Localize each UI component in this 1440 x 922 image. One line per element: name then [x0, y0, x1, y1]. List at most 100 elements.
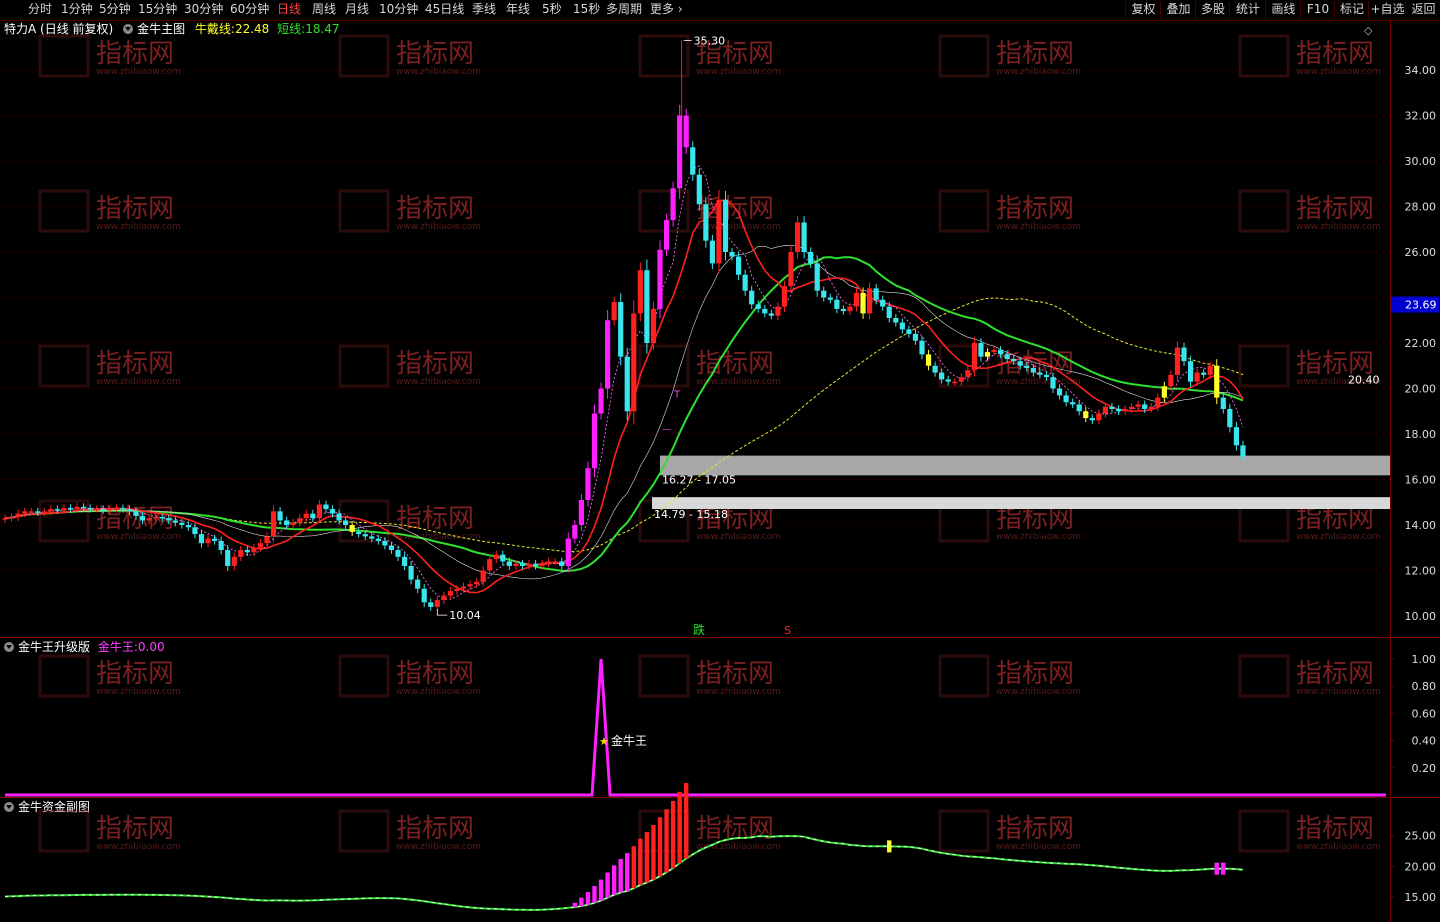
candle-body [729, 252, 735, 257]
toolbar-right-1[interactable]: 叠加 [1160, 1, 1196, 18]
candle-body [690, 147, 696, 175]
watermark-url: www.zhibiaow.com [996, 67, 1081, 77]
candle-body [1089, 418, 1095, 421]
candle-body [1233, 427, 1239, 446]
watermark-url: www.zhibiaow.com [96, 532, 181, 542]
toolbar-item-7[interactable]: 周线 [312, 1, 336, 18]
candle-body [565, 538, 571, 566]
candle-body [369, 536, 375, 539]
candle-body [801, 222, 807, 252]
candle-body [532, 563, 539, 566]
watermark-logo-icon [338, 809, 390, 853]
toolbar-right-2[interactable]: 多股 [1195, 1, 1230, 18]
watermark-text: 指标网 [996, 194, 1074, 224]
toolbar-item-6[interactable]: 日线 [277, 1, 301, 18]
watermark-url: www.zhibiaow.com [396, 532, 481, 542]
toolbar-item-4[interactable]: 30分钟 [184, 1, 223, 18]
toolbar-item-8[interactable]: 月线 [345, 1, 369, 18]
watermark-layer [38, 34, 1290, 853]
toolbar-item-0[interactable]: 分时 [28, 1, 52, 18]
candle-body [762, 308, 768, 314]
toolbar-right-8[interactable]: 返回 [1405, 1, 1440, 18]
watermark-url: www.zhibiaow.com [96, 67, 181, 77]
candle-body [657, 249, 663, 309]
candle-body [401, 556, 408, 566]
watermark-url: www.zhibiaow.com [396, 222, 481, 232]
toolbar-right-6[interactable]: 标记 [1334, 1, 1369, 18]
candle-body [362, 534, 368, 537]
candle-body [382, 540, 388, 546]
price-tick-label-5: 20.00 [1405, 383, 1437, 396]
watermark-text: 指标网 [96, 659, 174, 689]
toolbar-right-5[interactable]: F10 [1300, 1, 1335, 18]
watermark-text: 指标网 [696, 349, 774, 379]
toolbar-right-3[interactable]: 统计 [1229, 1, 1266, 18]
candle-body [696, 174, 702, 205]
sub2-bar [684, 782, 689, 859]
candle-body [893, 317, 899, 323]
candle-body [578, 499, 584, 525]
candle-body [526, 563, 532, 566]
watermark-logo-icon [1238, 344, 1290, 388]
watermark-logo-icon [38, 189, 90, 233]
price-tick-label-3: 16.00 [1405, 474, 1437, 487]
watermark-text: 指标网 [396, 39, 474, 69]
candle-body [290, 522, 296, 525]
candle-body [1063, 395, 1069, 403]
toolbar-right-0[interactable]: 复权 [1125, 1, 1161, 18]
watermark-text: 指标网 [1296, 194, 1374, 224]
candle-body [212, 538, 218, 541]
candle-body [1142, 404, 1148, 409]
candle-body [1240, 445, 1246, 457]
toolbar-item-10[interactable]: 45日线 [425, 1, 464, 18]
candle-body [709, 240, 715, 264]
toolbar-right-4[interactable]: 画线 [1265, 1, 1301, 18]
sub2-bar [651, 825, 656, 880]
candle-body [585, 468, 591, 500]
candle-body [932, 365, 938, 373]
watermark-text: 指标网 [96, 194, 174, 224]
sub2-bar [611, 865, 617, 895]
candle-body [277, 511, 283, 521]
candle-body [1135, 404, 1141, 407]
watermark-logo-icon [938, 654, 990, 698]
toolbar-item-15[interactable]: 多周期 [606, 1, 642, 18]
sub1-axis-label-4: 1.00 [1412, 653, 1437, 666]
toolbar-item-14[interactable]: 15秒 [573, 1, 600, 18]
candle-body [925, 354, 932, 366]
candle-body [356, 531, 362, 535]
candle-body [546, 561, 552, 564]
kline-chart[interactable]: 指标网 www.zhibiaow.com 指标网 www.zhibiaow.com 指标… [0, 20, 1440, 922]
candle-body [1050, 377, 1056, 389]
sub2-bar [631, 846, 636, 889]
toolbar-item-1[interactable]: 1分钟 [61, 1, 93, 18]
sub2-bar [670, 800, 676, 869]
toolbar-item-16[interactable]: 更多 › [650, 1, 683, 18]
candle-body [919, 340, 925, 355]
candle-body [166, 518, 172, 521]
toolbar-right-7[interactable]: +自选 [1368, 1, 1406, 18]
candle-body [1214, 365, 1220, 398]
sub2-bar [605, 872, 610, 898]
candle-body [126, 509, 133, 512]
toolbar-item-13[interactable]: 5秒 [542, 1, 562, 18]
toolbar-item-3[interactable]: 15分钟 [138, 1, 177, 18]
candle-body [736, 256, 742, 275]
candle-body [100, 509, 106, 511]
toolbar-item-2[interactable]: 5分钟 [99, 1, 131, 18]
toolbar-item-9[interactable]: 10分钟 [379, 1, 418, 18]
sub2-bar [1221, 862, 1226, 875]
candle-body [336, 513, 342, 521]
candle-body [375, 538, 381, 541]
candle-body [8, 517, 15, 519]
candle-body [624, 356, 630, 412]
zone-label-lower: 14.79 - 15.18 [654, 508, 728, 521]
toolbar-item-5[interactable]: 60分钟 [230, 1, 269, 18]
candle-body [808, 252, 814, 264]
watermark-url: www.zhibiaow.com [996, 842, 1081, 852]
candle-body [650, 308, 657, 343]
candle-body [474, 581, 480, 585]
toolbar-item-12[interactable]: 年线 [506, 1, 530, 18]
candle-body [749, 290, 755, 305]
toolbar-item-11[interactable]: 季线 [472, 1, 496, 18]
